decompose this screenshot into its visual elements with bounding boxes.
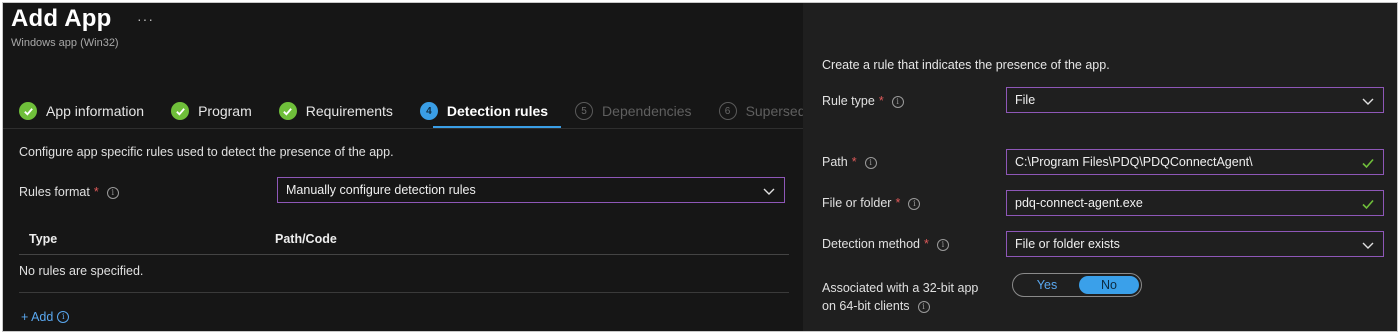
file-or-folder-value: pdq-connect-agent.exe — [1015, 196, 1143, 210]
rule-type-label-text: Rule type — [822, 94, 875, 108]
checkmark-icon — [1362, 158, 1374, 169]
info-icon[interactable]: i — [864, 156, 877, 169]
step-supersedence[interactable]: 6 Supersedence — [718, 102, 803, 120]
rule-panel-description: Create a rule that indicates the presenc… — [822, 58, 1110, 72]
chevron-down-icon — [763, 188, 775, 195]
info-icon[interactable]: i — [891, 95, 904, 108]
step-program[interactable]: Program — [171, 102, 252, 120]
required-marker: * — [878, 94, 884, 108]
required-marker: * — [923, 237, 929, 251]
more-options-button[interactable]: ··· — [137, 11, 154, 27]
rules-format-label: Rules format * i — [19, 185, 119, 199]
step-number-badge: 6 — [718, 102, 737, 120]
rule-type-select[interactable]: File — [1006, 87, 1384, 113]
detection-method-label-text: Detection method — [822, 237, 920, 251]
associated-32bit-toggle[interactable]: Yes No — [1012, 273, 1142, 297]
column-path-code: Path/Code — [275, 232, 337, 246]
rules-format-value: Manually configure detection rules — [286, 183, 476, 197]
divider — [3, 128, 803, 129]
rules-format-select[interactable]: Manually configure detection rules — [277, 177, 785, 203]
info-icon[interactable]: i — [57, 311, 70, 323]
add-app-panel: Add App ··· Windows app (Win32) App info… — [3, 3, 803, 331]
add-rule-label: + Add — [21, 310, 54, 324]
path-value: C:\Program Files\PDQ\PDQConnectAgent\ — [1015, 155, 1253, 169]
add-rule-link[interactable]: + Add i — [21, 310, 70, 324]
toggle-yes-option[interactable]: Yes — [1017, 276, 1077, 294]
check-icon — [19, 102, 37, 120]
associated-32bit-label: Associated with a 32-bit app on 64-bit c… — [822, 279, 1002, 315]
empty-table-message: No rules are specified. — [19, 264, 144, 278]
path-label-text: Path — [822, 155, 848, 169]
required-marker: * — [895, 196, 901, 210]
check-icon — [278, 102, 297, 120]
path-label: Path * i — [822, 155, 877, 169]
check-icon — [171, 102, 190, 120]
rule-type-label: Rule type * i — [822, 94, 904, 108]
step-label: Detection rules — [446, 103, 549, 119]
info-icon[interactable]: i — [917, 300, 930, 313]
page-title: Add App — [11, 5, 112, 32]
associated-32bit-line2-row: on 64-bit clients i — [822, 297, 1002, 315]
step-dependencies[interactable]: 5 Dependencies — [575, 102, 692, 120]
info-icon[interactable]: i — [936, 238, 949, 251]
divider — [19, 292, 789, 293]
step-number-badge: 5 — [575, 102, 594, 120]
required-marker: * — [93, 185, 99, 199]
file-or-folder-input[interactable]: pdq-connect-agent.exe — [1006, 190, 1384, 216]
step-label: App information — [46, 103, 145, 119]
step-detection-rules[interactable]: 4 Detection rules — [419, 102, 549, 120]
chevron-down-icon — [1362, 242, 1374, 249]
file-or-folder-label-text: File or folder — [822, 196, 892, 210]
rules-format-label-text: Rules format — [19, 185, 90, 199]
detection-method-value: File or folder exists — [1015, 237, 1120, 251]
step-label: Requirements — [305, 103, 393, 119]
file-or-folder-label: File or folder * i — [822, 196, 921, 210]
rule-type-value: File — [1015, 93, 1036, 107]
required-marker: * — [851, 155, 857, 169]
step-app-information[interactable]: App information — [19, 102, 144, 120]
detection-description: Configure app specific rules used to det… — [19, 145, 394, 159]
step-requirements[interactable]: Requirements — [278, 102, 393, 120]
step-label: Program — [198, 103, 252, 119]
detection-rule-panel: Create a rule that indicates the presenc… — [803, 3, 1397, 331]
step-label: Dependencies — [602, 103, 692, 119]
chevron-down-icon — [1362, 98, 1374, 105]
toggle-no-option[interactable]: No — [1079, 276, 1139, 294]
rules-table-header: Type Path/Code — [19, 225, 789, 255]
associated-32bit-line2: on 64-bit clients — [822, 299, 910, 313]
path-input[interactable]: C:\Program Files\PDQ\PDQConnectAgent\ — [1006, 149, 1384, 175]
associated-32bit-line1: Associated with a 32-bit app — [822, 281, 979, 295]
detection-method-label: Detection method * i — [822, 237, 949, 251]
info-icon[interactable]: i — [908, 197, 921, 210]
step-number-badge: 4 — [419, 102, 438, 120]
info-icon[interactable]: i — [106, 186, 119, 199]
checkmark-icon — [1362, 199, 1374, 210]
page-subtitle: Windows app (Win32) — [11, 37, 119, 49]
detection-method-select[interactable]: File or folder exists — [1006, 231, 1384, 257]
column-type: Type — [29, 232, 58, 246]
wizard-steps: App information Program Requirements 4 D… — [19, 99, 803, 123]
step-label: Supersedence — [745, 103, 803, 119]
